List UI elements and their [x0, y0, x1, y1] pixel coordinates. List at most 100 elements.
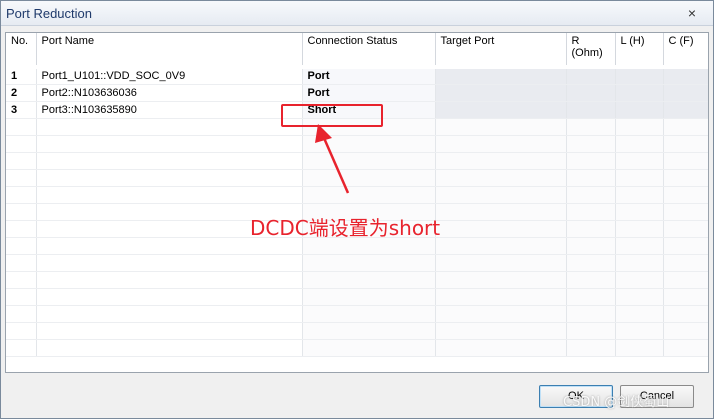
target-port-cell[interactable]: [435, 101, 567, 119]
empty-cell: [663, 322, 708, 340]
title-bar: Port Reduction ×: [1, 1, 713, 26]
empty-cell: [435, 305, 567, 323]
empty-cell: [663, 203, 708, 221]
empty-cell: [435, 237, 567, 255]
port-name-cell[interactable]: Port1_U101::VDD_SOC_0V9: [36, 65, 303, 85]
l-cell[interactable]: [615, 84, 664, 102]
empty-cell: [615, 203, 664, 221]
empty-table-row: [6, 339, 708, 357]
empty-cell: [6, 135, 37, 153]
empty-cell: [435, 152, 567, 170]
empty-cell: [615, 118, 664, 136]
empty-cell: [36, 271, 303, 289]
grid-header: No. Port Name Connection Status Target P…: [6, 33, 708, 68]
empty-table-row: [6, 254, 708, 272]
empty-cell: [6, 152, 37, 170]
empty-cell: [615, 305, 664, 323]
empty-cell: [566, 237, 616, 255]
col-header-r[interactable]: R (Ohm): [566, 33, 616, 68]
r-cell[interactable]: [566, 84, 616, 102]
empty-cell: [6, 118, 37, 136]
empty-cell: [566, 322, 616, 340]
table-row[interactable]: 1 Port1_U101::VDD_SOC_0V9 Port: [6, 65, 708, 85]
r-cell[interactable]: [566, 65, 616, 85]
l-cell[interactable]: [615, 101, 664, 119]
empty-cell: [566, 220, 616, 238]
c-cell[interactable]: [663, 84, 708, 102]
empty-cell: [663, 339, 708, 357]
empty-cell: [615, 254, 664, 272]
empty-cell: [435, 339, 567, 357]
empty-cell: [6, 169, 37, 187]
empty-cell: [36, 186, 303, 204]
empty-cell: [36, 339, 303, 357]
row-number: 1: [6, 65, 37, 85]
port-name-cell[interactable]: Port2::N103636036: [36, 84, 303, 102]
c-cell[interactable]: [663, 65, 708, 85]
empty-cell: [663, 254, 708, 272]
connection-status-cell[interactable]: Port: [302, 65, 436, 85]
empty-cell: [6, 186, 37, 204]
empty-cell: [663, 169, 708, 187]
col-header-port-name[interactable]: Port Name: [36, 33, 303, 68]
empty-cell: [302, 152, 436, 170]
empty-cell: [36, 254, 303, 272]
port-name-cell[interactable]: Port3::N103635890: [36, 101, 303, 119]
empty-cell: [663, 271, 708, 289]
empty-cell: [6, 339, 37, 357]
c-cell[interactable]: [663, 101, 708, 119]
empty-cell: [663, 305, 708, 323]
empty-cell: [6, 322, 37, 340]
empty-cell: [36, 288, 303, 306]
r-cell[interactable]: [566, 101, 616, 119]
empty-cell: [435, 254, 567, 272]
empty-cell: [566, 339, 616, 357]
empty-table-row: [6, 152, 708, 170]
empty-cell: [566, 271, 616, 289]
empty-cell: [615, 271, 664, 289]
empty-cell: [566, 305, 616, 323]
empty-cell: [615, 288, 664, 306]
empty-table-row: [6, 186, 708, 204]
col-header-l[interactable]: L (H): [615, 33, 664, 68]
empty-cell: [6, 237, 37, 255]
target-port-cell[interactable]: [435, 84, 567, 102]
empty-cell: [615, 220, 664, 238]
empty-table-row: [6, 169, 708, 187]
empty-cell: [566, 288, 616, 306]
empty-cell: [36, 135, 303, 153]
empty-cell: [615, 186, 664, 204]
connection-status-cell[interactable]: Port: [302, 84, 436, 102]
empty-table-row: [6, 271, 708, 289]
empty-cell: [302, 305, 436, 323]
l-cell[interactable]: [615, 65, 664, 85]
col-header-target-port[interactable]: Target Port: [435, 33, 567, 68]
empty-cell: [6, 288, 37, 306]
empty-cell: [302, 135, 436, 153]
empty-cell: [566, 152, 616, 170]
empty-cell: [302, 271, 436, 289]
watermark: CSDN @剑侠蜀山: [563, 395, 670, 410]
empty-cell: [615, 169, 664, 187]
empty-cell: [566, 254, 616, 272]
empty-cell: [435, 118, 567, 136]
empty-cell: [435, 322, 567, 340]
empty-cell: [36, 152, 303, 170]
empty-cell: [435, 169, 567, 187]
target-port-cell[interactable]: [435, 65, 567, 85]
empty-cell: [566, 118, 616, 136]
col-header-connection-status[interactable]: Connection Status: [302, 33, 436, 68]
empty-cell: [615, 237, 664, 255]
empty-cell: [663, 237, 708, 255]
col-header-no[interactable]: No.: [6, 33, 37, 68]
empty-cell: [6, 203, 37, 221]
empty-cell: [302, 339, 436, 357]
col-header-c[interactable]: C (F): [663, 33, 708, 68]
table-row[interactable]: 2 Port2::N103636036 Port: [6, 84, 708, 102]
empty-cell: [302, 254, 436, 272]
empty-cell: [663, 186, 708, 204]
empty-cell: [663, 135, 708, 153]
row-number: 2: [6, 84, 37, 102]
close-icon[interactable]: ×: [684, 5, 700, 21]
annotation-text: DCDC端设置为short: [250, 216, 441, 240]
